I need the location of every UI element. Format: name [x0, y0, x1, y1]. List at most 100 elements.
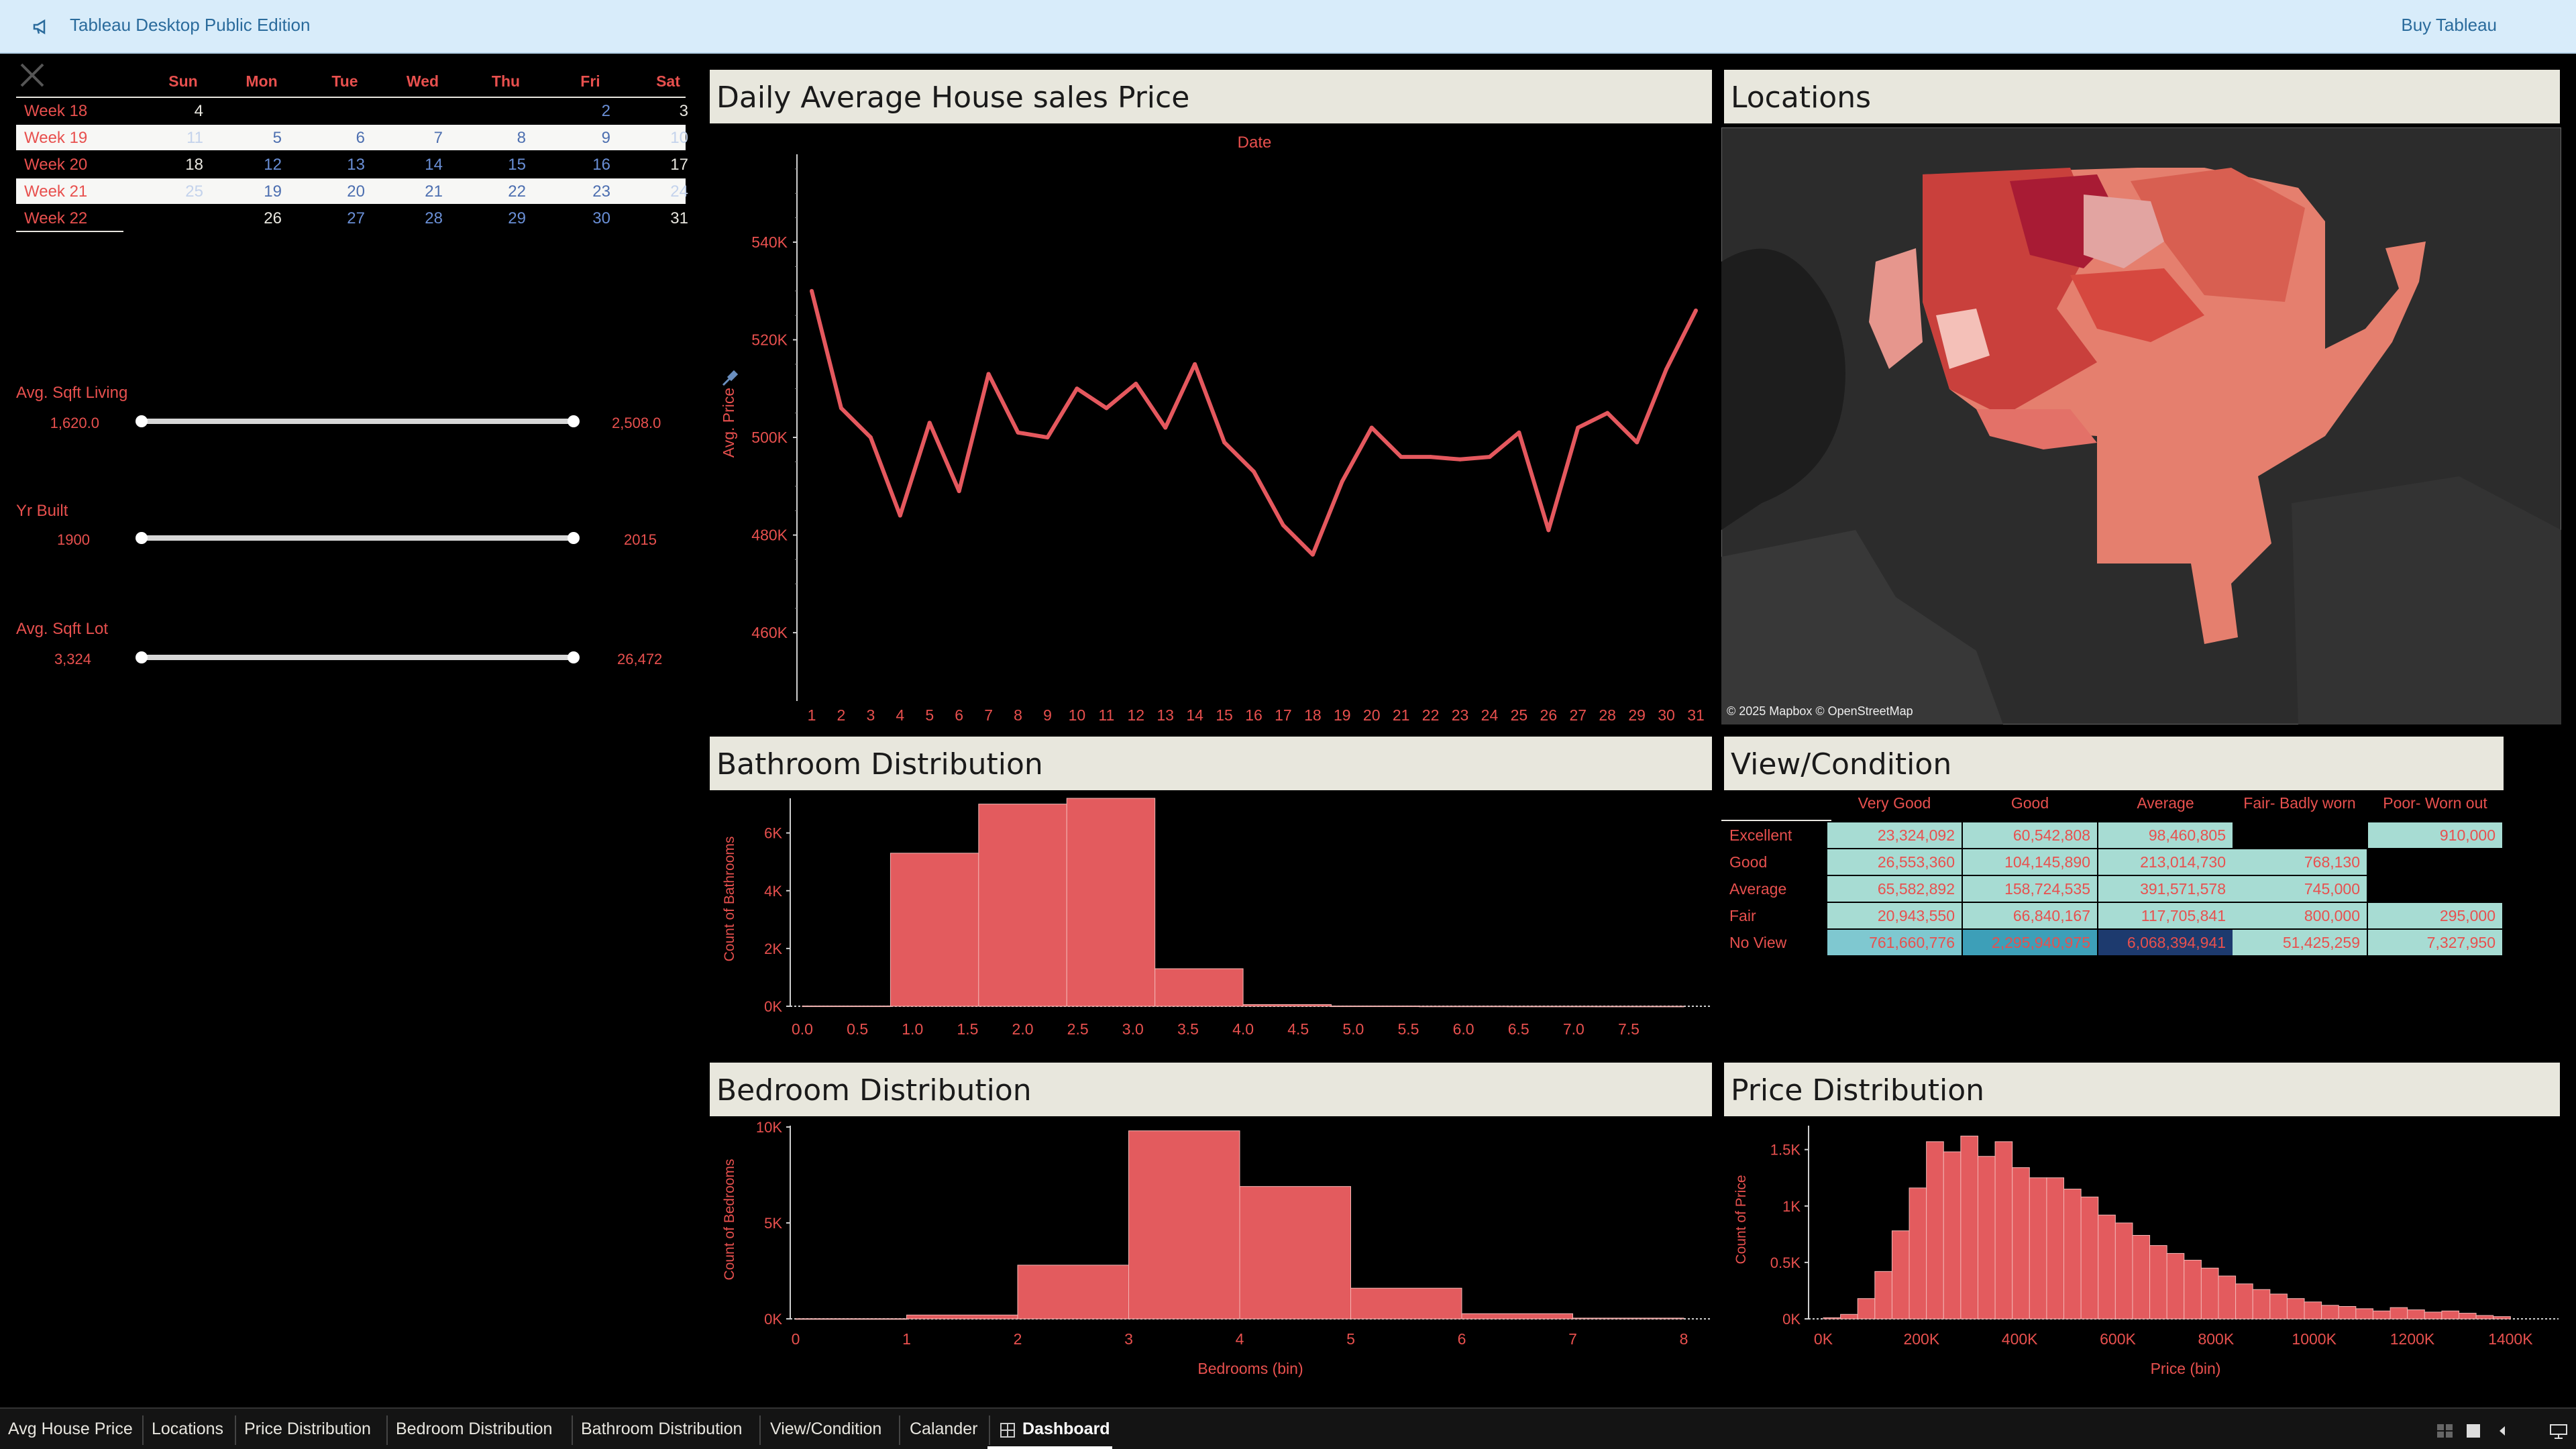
calendar-day[interactable]: 2	[570, 102, 610, 121]
calendar-day[interactable]: 14	[402, 156, 443, 174]
histogram-bar[interactable]	[2184, 1260, 2202, 1320]
calendar-day[interactable]: 29	[486, 209, 526, 228]
table-cell[interactable]: 23,324,092	[1827, 822, 1962, 848]
histogram-bar[interactable]	[978, 804, 1067, 1007]
slider-sqft-living[interactable]	[136, 415, 580, 427]
week-label[interactable]: Week 20	[24, 156, 87, 174]
locations-map[interactable]: © 2025 Mapbox © OpenStreetMap	[1721, 127, 2561, 724]
histogram-bar[interactable]	[1909, 1187, 1927, 1320]
table-cell[interactable]: 213,014,730	[2098, 849, 2233, 875]
histogram-bar[interactable]	[2218, 1275, 2237, 1320]
column-header[interactable]: Fair- Badly worn	[2234, 794, 2365, 812]
histogram-bar[interactable]	[1572, 1318, 1684, 1320]
data-point[interactable]	[1458, 457, 1462, 462]
column-header[interactable]: Very Good	[1829, 794, 1960, 812]
histogram-bar[interactable]	[1840, 1313, 1858, 1320]
histogram-bar[interactable]	[2012, 1167, 2030, 1320]
calendar-day[interactable]: 28	[402, 209, 443, 228]
data-point[interactable]	[957, 489, 961, 494]
calendar-day[interactable]: 27	[325, 209, 365, 228]
data-point[interactable]	[1340, 479, 1344, 484]
histogram-bar[interactable]	[2200, 1267, 2219, 1320]
chevron-left-icon[interactable]	[2497, 1425, 2508, 1437]
calendar-day[interactable]: 17	[648, 156, 688, 174]
series-line[interactable]	[810, 290, 1698, 557]
daily-price-line-chart[interactable]: Date Avg. Price 460K480K500K520K540K 123…	[710, 127, 1716, 731]
table-cell[interactable]: 768,130	[2233, 849, 2367, 875]
data-point[interactable]	[1134, 382, 1138, 386]
calendar-day[interactable]: 16	[570, 156, 610, 174]
table-cell[interactable]: 2,295,940,975	[1963, 930, 2097, 955]
row-label[interactable]: Average	[1729, 880, 1786, 898]
calendar-week-row[interactable]: Week 21 25 19 20 21 22 23 24	[16, 178, 688, 204]
calendar-day[interactable]: 8	[486, 129, 526, 148]
calendar-day[interactable]: 3	[648, 102, 688, 121]
calendar-day[interactable]: 5	[241, 129, 282, 148]
data-point[interactable]	[1310, 552, 1315, 557]
histogram-bar[interactable]	[2355, 1308, 2373, 1320]
calendar-week-row[interactable]: Week 22 26 27 28 29 30 31	[16, 205, 688, 231]
histogram-bar[interactable]	[1926, 1141, 1944, 1320]
slider-sqft-lot[interactable]	[136, 651, 580, 663]
calendar-day[interactable]: 30	[570, 209, 610, 228]
slider-handle-min[interactable]	[136, 651, 148, 663]
week-label[interactable]: Week 21	[24, 182, 87, 201]
table-cell[interactable]: 65,582,892	[1827, 876, 1962, 902]
histogram-bar[interactable]	[2424, 1311, 2443, 1320]
data-point[interactable]	[868, 435, 873, 440]
data-point[interactable]	[1517, 430, 1521, 435]
histogram-bar[interactable]	[2493, 1316, 2511, 1320]
tab-avg-house-price[interactable]: Avg House Price	[8, 1419, 133, 1439]
histogram-bar[interactable]	[2029, 1177, 2047, 1320]
table-cell[interactable]	[2368, 849, 2502, 875]
pin-icon[interactable]	[722, 370, 739, 386]
tab-bathroom-distribution[interactable]: Bathroom Distribution	[581, 1419, 742, 1439]
table-cell[interactable]	[2233, 822, 2367, 848]
histogram-bar[interactable]	[2098, 1214, 2116, 1320]
histogram-bar[interactable]	[2441, 1310, 2460, 1320]
histogram-bar[interactable]	[2475, 1315, 2494, 1320]
table-cell[interactable]: 745,000	[2233, 876, 2367, 902]
table-cell[interactable]: 104,145,890	[1963, 849, 2097, 875]
row-label[interactable]: Fair	[1729, 907, 1756, 925]
data-point[interactable]	[986, 372, 991, 376]
histogram-bar[interactable]	[2063, 1189, 2082, 1320]
calendar-day[interactable]: 13	[325, 156, 365, 174]
data-point[interactable]	[1399, 455, 1403, 460]
table-cell[interactable]: 66,840,167	[1963, 903, 2097, 928]
slider-handle-min[interactable]	[136, 532, 148, 544]
histogram-bar[interactable]	[1128, 1130, 1240, 1320]
histogram-bar[interactable]	[2132, 1235, 2151, 1320]
week-label[interactable]: Week 19	[24, 129, 87, 148]
histogram-bar[interactable]	[2046, 1177, 2065, 1320]
histogram-bar[interactable]	[2269, 1293, 2288, 1320]
data-point[interactable]	[1281, 523, 1285, 528]
calendar-week-row[interactable]: Week 18 4 2 3	[16, 98, 688, 123]
histogram-bar[interactable]	[1874, 1271, 1892, 1320]
calendar-day[interactable]: 18	[163, 156, 203, 174]
table-cell[interactable]: 26,553,360	[1827, 849, 1962, 875]
megaphone-icon[interactable]	[31, 16, 52, 38]
table-cell[interactable]: 761,660,776	[1827, 930, 1962, 955]
data-point[interactable]	[1222, 440, 1227, 445]
histogram-bar[interactable]	[1242, 1004, 1332, 1007]
data-point[interactable]	[1104, 406, 1109, 411]
calendar-day[interactable]: 26	[241, 209, 282, 228]
tab-price-distribution[interactable]: Price Distribution	[244, 1419, 371, 1439]
calendar-day[interactable]: 6	[325, 129, 365, 148]
histogram-bar[interactable]	[1994, 1141, 2013, 1320]
calendar-day[interactable]: 22	[486, 182, 526, 201]
buy-tableau-link[interactable]: Buy Tableau	[2401, 15, 2497, 36]
histogram-bar[interactable]	[2459, 1313, 2477, 1320]
histogram-bar[interactable]	[1823, 1317, 1841, 1320]
calendar-day[interactable]: 31	[648, 209, 688, 228]
histogram-bar[interactable]	[1943, 1151, 1962, 1320]
data-point[interactable]	[1576, 425, 1580, 430]
data-point[interactable]	[1075, 386, 1079, 391]
calendar-week-row[interactable]: Week 19 11 5 6 7 8 9 10	[16, 125, 688, 150]
row-label[interactable]: Good	[1729, 853, 1767, 871]
calendar-day[interactable]: 21	[402, 182, 443, 201]
slider-handle-min[interactable]	[136, 415, 148, 427]
table-cell[interactable]: 117,705,841	[2098, 903, 2233, 928]
tab-dashboard[interactable]: Dashboard	[1022, 1419, 1110, 1439]
